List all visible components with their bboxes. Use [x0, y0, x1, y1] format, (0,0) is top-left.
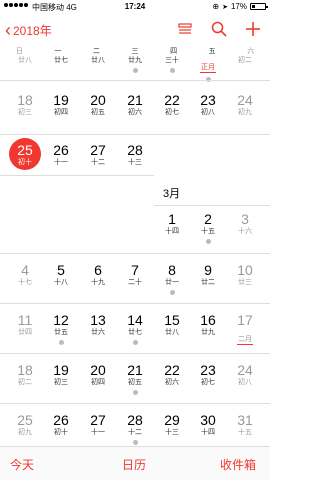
- list-icon[interactable]: [176, 20, 194, 38]
- battery-percent: 17%: [230, 2, 247, 11]
- day-cell[interactable]: 18 初二: [6, 362, 44, 387]
- day-cell[interactable]: 12 廿五: [42, 312, 80, 345]
- day-cell[interactable]: 8 廿一: [153, 262, 191, 295]
- day-cell[interactable]: 21 初六: [116, 92, 154, 117]
- partial-cell[interactable]: 廿八: [6, 56, 44, 65]
- battery-icon: [250, 3, 268, 10]
- day-cell[interactable]: 3 十六: [226, 211, 264, 236]
- day-cell[interactable]: 9 廿二: [189, 262, 227, 287]
- partial-cell[interactable]: 正月: [189, 56, 227, 82]
- partial-cell[interactable]: 廿九: [116, 56, 154, 73]
- back-to-year-button[interactable]: ‹ 2018年: [5, 21, 52, 39]
- inbox-button[interactable]: 收件箱: [220, 456, 256, 473]
- row-divider: [0, 303, 270, 304]
- event-dot: [58, 340, 64, 345]
- partial-cell[interactable]: 廿八: [79, 56, 117, 65]
- row-divider: [0, 253, 270, 254]
- day-cell[interactable]: 4 十七: [6, 262, 44, 287]
- day-cell[interactable]: 6 十九: [79, 262, 117, 287]
- day-cell[interactable]: 16 廿九: [189, 312, 227, 337]
- month-label-march: 3月: [163, 188, 181, 200]
- calendars-button[interactable]: 日历: [122, 456, 146, 473]
- day-cell[interactable]: 23 初八: [189, 92, 227, 117]
- day-cell[interactable]: 31 十五: [226, 412, 264, 437]
- day-cell[interactable]: 27 十二: [79, 142, 117, 167]
- day-cell[interactable]: 14 廿七: [116, 312, 154, 345]
- day-cell[interactable]: 1 十四: [153, 211, 191, 236]
- event-dot: [132, 340, 138, 345]
- day-cell[interactable]: 24 初八: [226, 362, 264, 387]
- day-cell[interactable]: 22 初六: [153, 362, 191, 387]
- day-cell[interactable]: 22 初七: [153, 92, 191, 117]
- row-divider: [0, 175, 154, 176]
- day-cell[interactable]: 20 初四: [79, 362, 117, 387]
- day-cell[interactable]: 11 廿四: [6, 312, 44, 337]
- day-cell[interactable]: 23 初七: [189, 362, 227, 387]
- row-divider: [0, 353, 270, 354]
- day-cell[interactable]: 24 初九: [226, 92, 264, 117]
- day-cell[interactable]: 29 十三: [153, 412, 191, 437]
- day-cell[interactable]: 28 十二: [116, 412, 154, 445]
- tab-bar: 今天 日历 收件箱: [0, 446, 270, 480]
- add-icon[interactable]: [244, 20, 262, 38]
- day-cell[interactable]: 26 初十: [42, 412, 80, 437]
- event-dot: [132, 68, 138, 73]
- day-cell[interactable]: 27 十一: [79, 412, 117, 437]
- day-cell[interactable]: 15 廿八: [153, 312, 191, 337]
- day-cell[interactable]: 13 廿六: [79, 312, 117, 337]
- event-dot: [169, 68, 175, 73]
- partial-cell[interactable]: 初二: [226, 56, 264, 65]
- rotation-lock-icon: ⊕: [212, 2, 220, 11]
- today-highlight: 25 初十: [9, 138, 41, 170]
- today-cell[interactable]: 25 初十: [6, 138, 44, 170]
- navigation-bar: ‹ 2018年: [0, 14, 270, 46]
- day-cell[interactable]: 25 初九: [6, 412, 44, 437]
- month-divider: [154, 205, 270, 206]
- row-divider: [0, 134, 270, 135]
- day-cell[interactable]: 20 初五: [79, 92, 117, 117]
- day-cell[interactable]: 5 十八: [42, 262, 80, 287]
- event-dot: [205, 239, 211, 244]
- status-bar: 中国移动 4G 17:24 ⊕ ➤ 17%: [0, 0, 270, 14]
- day-cell[interactable]: 18 初三: [6, 92, 44, 117]
- day-cell[interactable]: 19 初四: [42, 92, 80, 117]
- partial-cell[interactable]: 廿七: [42, 56, 80, 65]
- day-cell[interactable]: 28 十三: [116, 142, 154, 167]
- day-cell[interactable]: 10 廿三: [226, 262, 264, 287]
- row-divider: [0, 403, 270, 404]
- day-cell[interactable]: 2 十五: [189, 211, 227, 244]
- row-divider: [0, 80, 270, 81]
- event-dot: [132, 390, 138, 395]
- partial-cell[interactable]: 三十: [153, 56, 191, 73]
- day-cell[interactable]: 26 十一: [42, 142, 80, 167]
- day-cell[interactable]: 19 初三: [42, 362, 80, 387]
- day-cell[interactable]: 21 初五: [116, 362, 154, 395]
- day-cell[interactable]: 17 二月: [226, 312, 264, 346]
- day-cell[interactable]: 7 二十: [116, 262, 154, 287]
- day-cell[interactable]: 30 十四: [189, 412, 227, 437]
- back-label: 2018年: [13, 23, 52, 38]
- chevron-left-icon: ‹: [5, 20, 11, 40]
- event-dot: [169, 290, 175, 295]
- today-button[interactable]: 今天: [10, 456, 34, 473]
- location-icon: ➤: [222, 3, 228, 11]
- search-icon[interactable]: [210, 20, 228, 38]
- event-dot: [132, 440, 138, 445]
